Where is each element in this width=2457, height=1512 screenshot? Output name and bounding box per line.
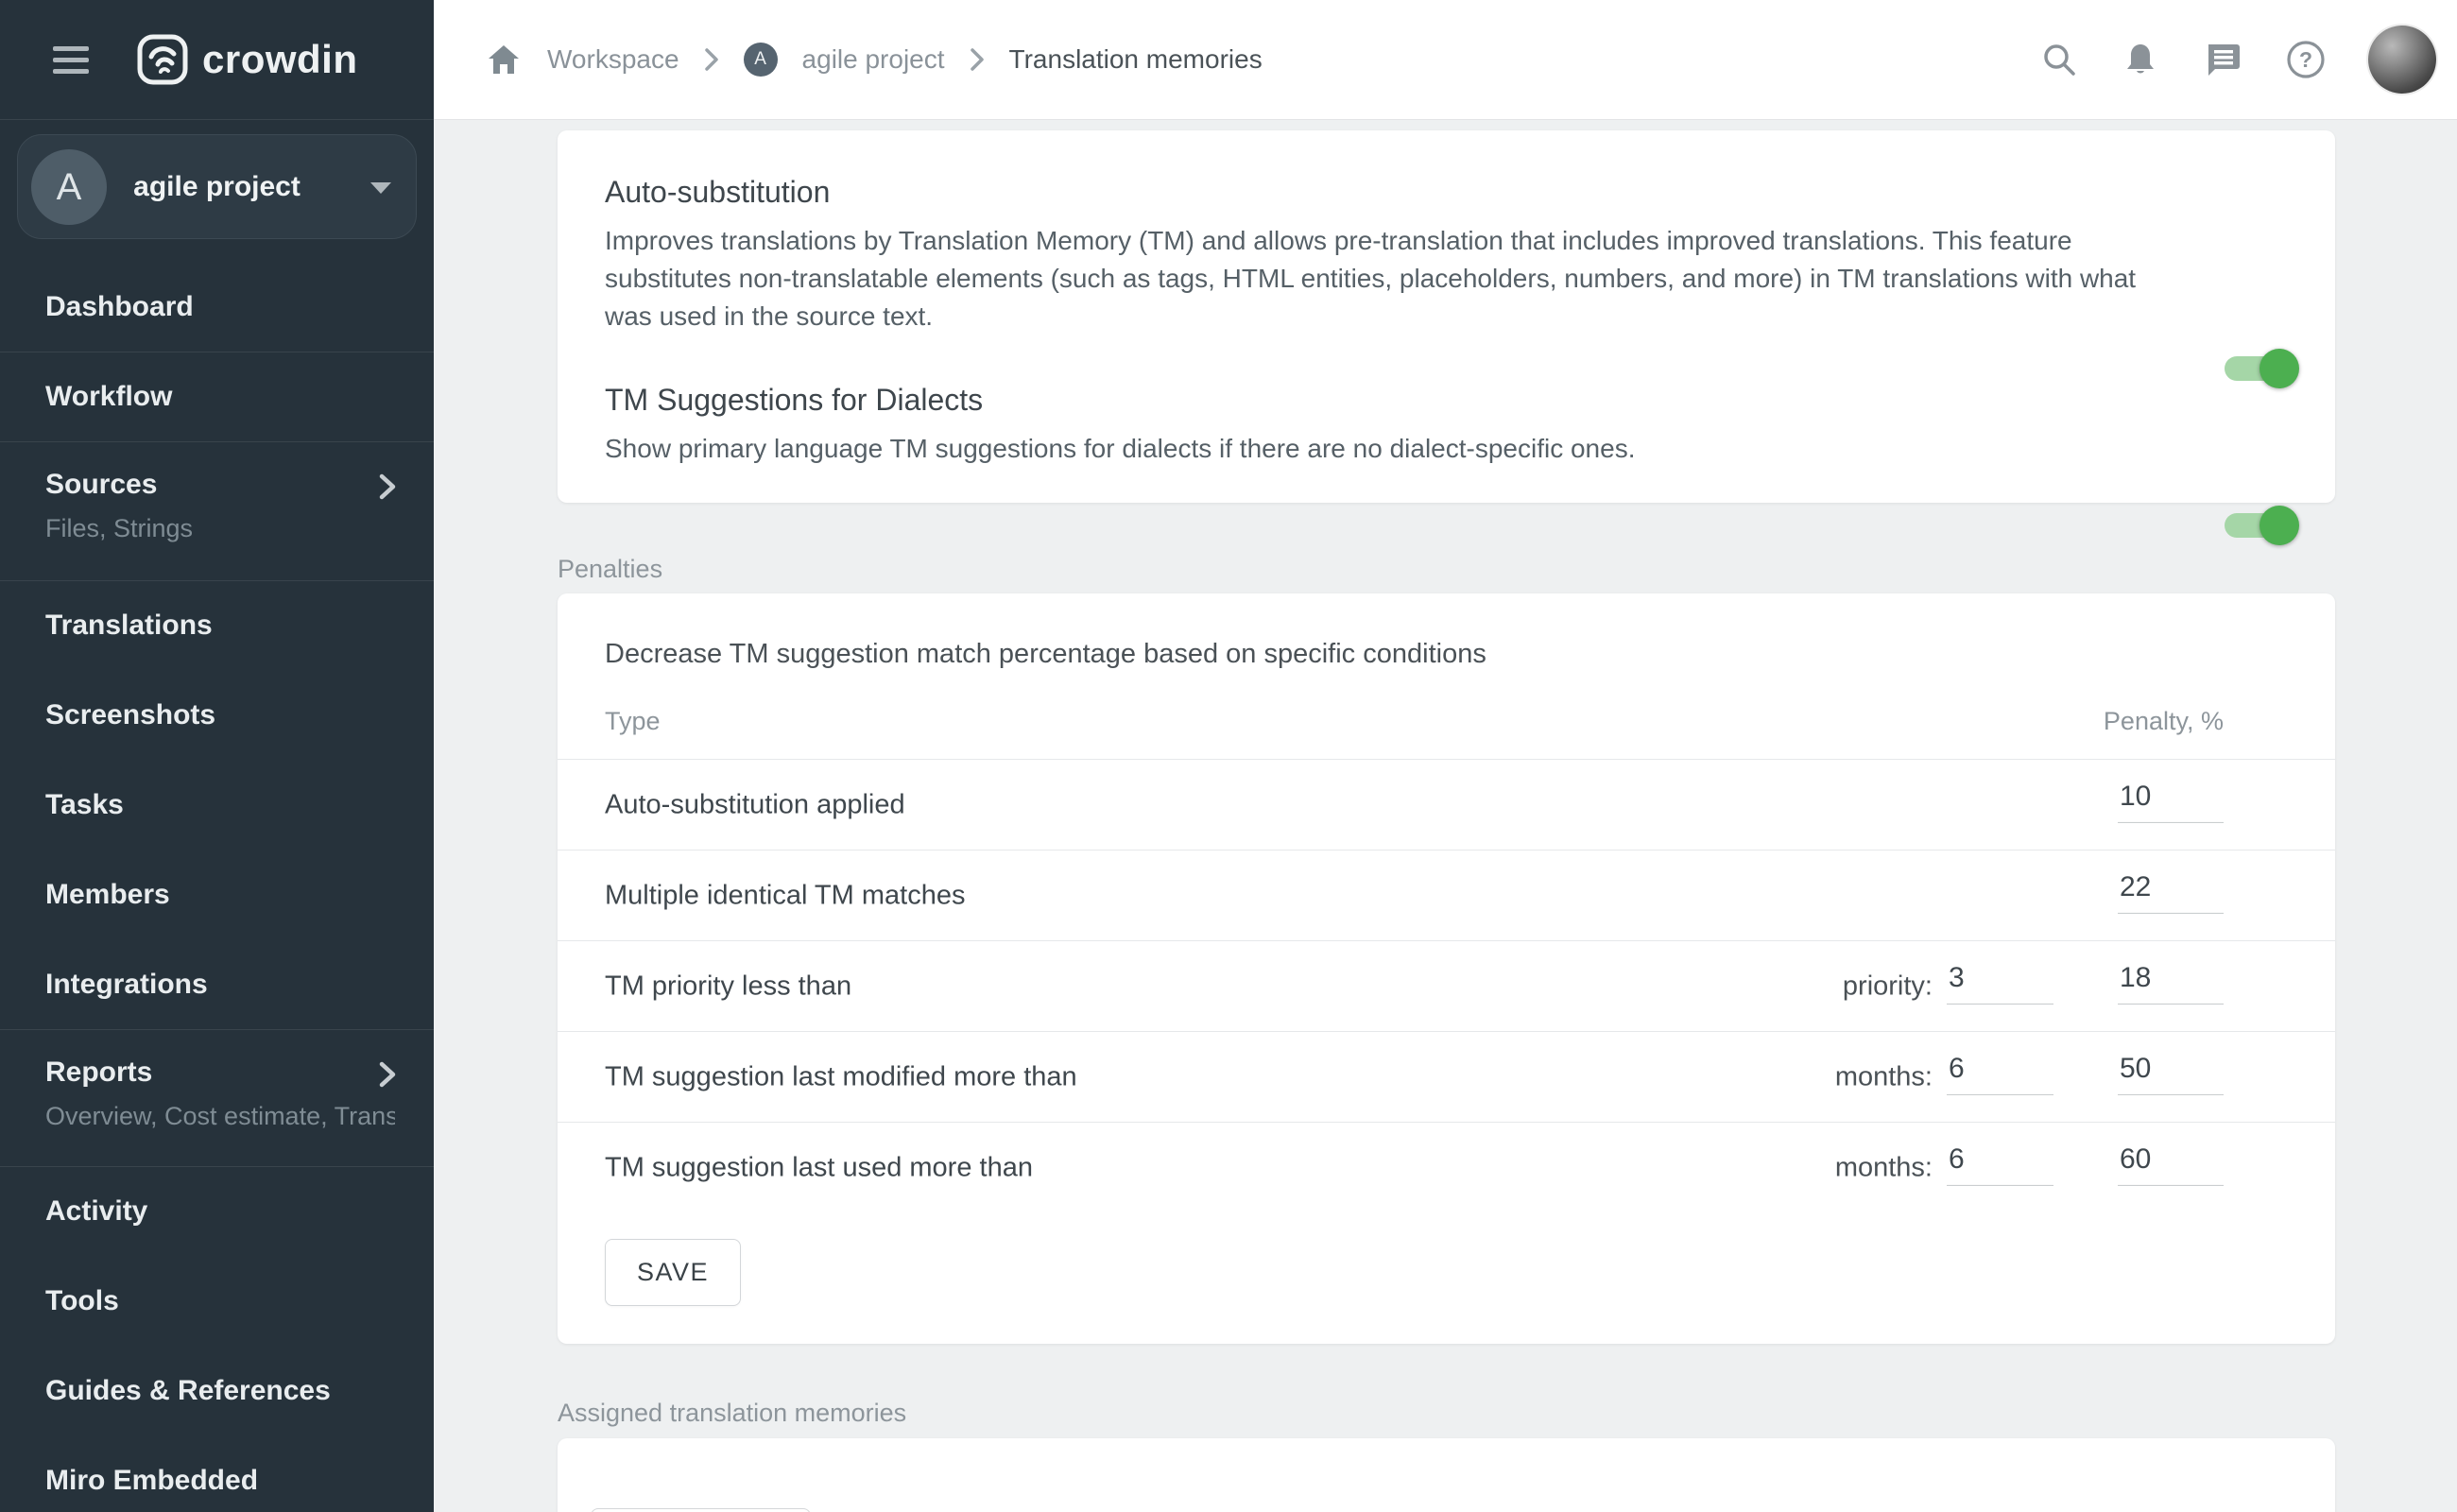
crowdin-logo-icon xyxy=(136,33,189,86)
messages-icon[interactable] xyxy=(2202,39,2243,80)
breadcrumb: Workspace A agile project Translation me… xyxy=(485,41,1263,78)
chevron-right-icon xyxy=(377,1060,398,1089)
sidebar-item-guides-references[interactable]: Guides & References xyxy=(0,1346,434,1435)
penalty-input-last-modified[interactable] xyxy=(2118,1052,2224,1094)
top-actions: ? xyxy=(2039,26,2436,94)
app-window: crowdin A agile project Dashboard Workfl… xyxy=(0,0,2457,1512)
sidebar: crowdin A agile project Dashboard Workfl… xyxy=(0,0,434,1512)
chevron-right-icon xyxy=(377,472,398,501)
sidebar-nav: Dashboard Workflow Sources Files, String… xyxy=(0,262,434,1512)
penalty-row-last-used: TM suggestion last used more than months… xyxy=(558,1122,2335,1212)
penalties-card: Decrease TM suggestion match percentage … xyxy=(558,593,2335,1344)
penalty-input-tm-priority[interactable] xyxy=(2118,961,2224,1004)
breadcrumb-project-avatar: A xyxy=(744,43,778,77)
chevron-right-icon xyxy=(970,47,985,72)
tm-settings-card: Auto-substitution Improves translations … xyxy=(558,130,2335,503)
assigned-tm-card: FILTER xyxy=(558,1438,2335,1512)
months-param-label: months: xyxy=(1835,1061,1933,1092)
save-button[interactable]: SAVE xyxy=(605,1239,741,1306)
tm-dialects-setting: TM Suggestions for Dialects Show primary… xyxy=(605,381,2288,468)
sidebar-item-screenshots[interactable]: Screenshots xyxy=(0,670,434,760)
penalties-intro: Decrease TM suggestion match percentage … xyxy=(558,593,2335,673)
auto-substitution-toggle[interactable] xyxy=(2225,356,2296,381)
sidebar-item-integrations[interactable]: Integrations xyxy=(0,939,434,1029)
chevron-right-icon xyxy=(704,47,719,72)
sidebar-item-activity[interactable]: Activity xyxy=(0,1166,434,1256)
priority-param-label: priority: xyxy=(1843,971,1933,1002)
penalty-row-identical-matches: Multiple identical TM matches xyxy=(558,850,2335,940)
auto-substitution-title: Auto-substitution xyxy=(605,173,2288,211)
sidebar-item-translations[interactable]: Translations xyxy=(0,580,434,670)
priority-value-input[interactable] xyxy=(1947,961,2053,1004)
penalties-section-label: Penalties xyxy=(558,553,2335,585)
sidebar-item-tools[interactable]: Tools xyxy=(0,1256,434,1346)
page-title: Translation memories xyxy=(1009,44,1263,75)
column-penalty: Penalty, % xyxy=(2104,707,2224,736)
sidebar-item-members[interactable]: Members xyxy=(0,850,434,939)
sidebar-item-dashboard[interactable]: Dashboard xyxy=(0,262,434,352)
help-icon[interactable]: ? xyxy=(2285,39,2327,80)
sidebar-item-sources[interactable]: Sources Files, Strings xyxy=(0,441,434,580)
project-avatar: A xyxy=(31,149,107,225)
filter-button[interactable]: FILTER xyxy=(591,1508,811,1512)
search-icon[interactable] xyxy=(2039,40,2079,79)
penalty-input-auto-substitution[interactable] xyxy=(2118,780,2224,822)
penalty-row-tm-priority: TM priority less than priority: xyxy=(558,940,2335,1031)
breadcrumb-project[interactable]: agile project xyxy=(802,44,945,75)
notifications-bell-icon[interactable] xyxy=(2121,40,2160,79)
home-icon[interactable] xyxy=(485,41,523,78)
sidebar-item-sources-subtitle: Files, Strings xyxy=(45,514,395,543)
caret-down-icon xyxy=(370,182,391,194)
months-param-label: months: xyxy=(1835,1152,1933,1183)
penalty-input-identical-matches[interactable] xyxy=(2118,870,2224,913)
project-selector[interactable]: A agile project xyxy=(17,134,417,239)
sidebar-item-miro-embedded[interactable]: Miro Embedded xyxy=(0,1435,434,1512)
user-avatar[interactable] xyxy=(2368,26,2436,94)
column-type: Type xyxy=(605,707,661,736)
project-name: agile project xyxy=(133,171,301,203)
penalty-row-auto-substitution: Auto-substitution applied xyxy=(558,759,2335,850)
sidebar-item-workflow[interactable]: Workflow xyxy=(0,352,434,441)
breadcrumb-workspace[interactable]: Workspace xyxy=(547,44,679,75)
auto-substitution-description: Improves translations by Translation Mem… xyxy=(605,222,2174,335)
hamburger-menu-icon[interactable] xyxy=(53,40,89,80)
crowdin-logo[interactable]: crowdin xyxy=(136,33,358,86)
sidebar-item-tasks[interactable]: Tasks xyxy=(0,760,434,850)
tm-dialects-title: TM Suggestions for Dialects xyxy=(605,381,2288,419)
sidebar-header: crowdin xyxy=(0,0,434,120)
auto-substitution-setting: Auto-substitution Improves translations … xyxy=(605,173,2288,335)
last-used-months-input[interactable] xyxy=(1947,1143,2053,1185)
tm-dialects-toggle[interactable] xyxy=(2225,513,2296,538)
sidebar-item-reports-subtitle: Overview, Cost estimate, Transl… xyxy=(45,1102,395,1131)
sidebar-item-reports[interactable]: Reports Overview, Cost estimate, Transl… xyxy=(0,1029,434,1166)
top-bar: Workspace A agile project Translation me… xyxy=(434,0,2457,120)
tm-dialects-description: Show primary language TM suggestions for… xyxy=(605,430,2174,468)
penalty-row-last-modified: TM suggestion last modified more than mo… xyxy=(558,1031,2335,1122)
assigned-tm-section-label: Assigned translation memories xyxy=(558,1397,2335,1429)
penalty-input-last-used[interactable] xyxy=(2118,1143,2224,1185)
last-modified-months-input[interactable] xyxy=(1947,1052,2053,1094)
crowdin-logo-text: crowdin xyxy=(202,37,358,82)
save-row: SAVE xyxy=(558,1212,2335,1344)
svg-text:?: ? xyxy=(2299,47,2312,72)
main-content: Auto-substitution Improves translations … xyxy=(434,120,2457,1512)
penalties-table-header: Type Penalty, % xyxy=(558,673,2335,759)
